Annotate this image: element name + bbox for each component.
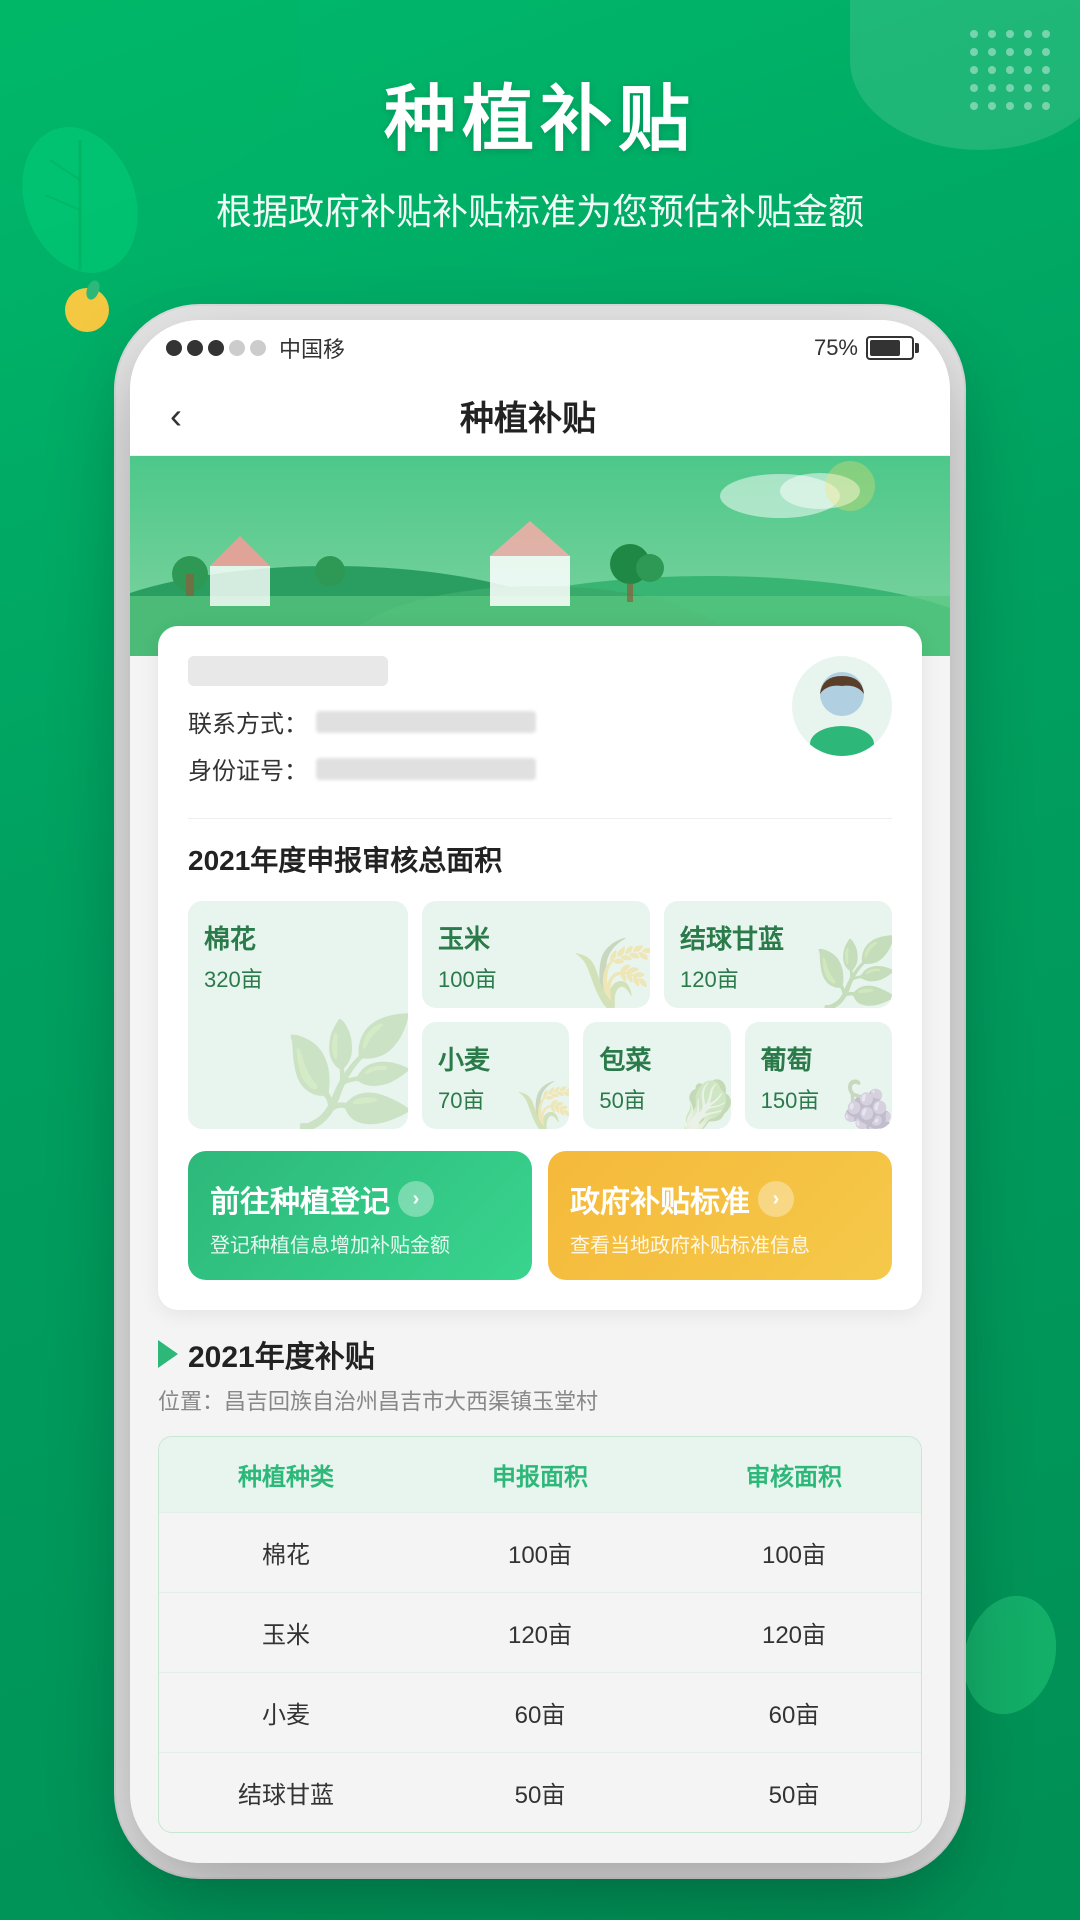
plant-register-button[interactable]: 前往种植登记 › 登记种植信息增加补贴金额 [188, 1151, 532, 1280]
table-body: 棉花 100亩 100亩 玉米 120亩 120亩 小麦 60亩 60亩 结球甘… [159, 1512, 921, 1832]
subsidy-standard-arrow: › [758, 1181, 794, 1217]
signal-dot-1 [166, 340, 182, 356]
subsidy-header: 2021年度补贴 [158, 1332, 922, 1376]
subsidy-standard-button[interactable]: 政府补贴标准 › 查看当地政府补贴标准信息 [548, 1151, 892, 1280]
crop-card-wheat: 小麦 70亩 🌾 [422, 1022, 569, 1129]
nav-title: 种植补贴 [192, 391, 864, 440]
battery-fill [870, 340, 900, 356]
crop-card-cabbage: 结球甘蓝 120亩 🌿 [664, 901, 892, 1008]
td-reported: 120亩 [413, 1593, 667, 1672]
divider [188, 818, 892, 819]
battery-area: 75% [814, 335, 914, 361]
td-approved: 60亩 [667, 1673, 921, 1752]
td-approved: 50亩 [667, 1753, 921, 1832]
crop-icon-grape: 🍇 [838, 1078, 892, 1129]
battery-icon [866, 336, 914, 360]
carrier-name: 中国移 [279, 332, 345, 364]
phone-mockup: 中国移 75% ‹ 种植补贴 [130, 320, 950, 1863]
profile-card: 联系方式： 身份证号： [158, 626, 922, 1310]
crop-icon-pakchoi: 🥬 [676, 1078, 730, 1129]
crop-icon-cotton: 🌿 [281, 1010, 408, 1129]
avatar [792, 656, 892, 756]
crop-icon-corn: 🌾 [571, 934, 650, 1008]
td-type: 玉米 [159, 1593, 413, 1672]
crop-name-wheat: 小麦 [438, 1040, 553, 1077]
crop-card-pakchoi: 包菜 50亩 🥬 [583, 1022, 730, 1129]
crop-card-grape: 葡萄 150亩 🍇 [745, 1022, 892, 1129]
td-reported: 50亩 [413, 1753, 667, 1832]
profile-name-blurred [188, 656, 388, 686]
plant-register-title: 前往种植登记 › [210, 1177, 510, 1221]
subsidy-location: 位置：昌吉回族自治州昌吉市大西渠镇玉堂村 [158, 1384, 922, 1416]
crop-icon-wheat: 🌾 [515, 1078, 569, 1129]
td-type: 棉花 [159, 1513, 413, 1592]
signal-dot-3 [208, 340, 224, 356]
id-row: 身份证号： [188, 751, 772, 786]
nav-bar: ‹ 种植补贴 [130, 376, 950, 456]
crops-row-2: 小麦 70亩 🌾 包菜 50亩 🥬 葡萄 150亩 [422, 1022, 892, 1129]
subsidy-section: 2021年度补贴 位置：昌吉回族自治州昌吉市大西渠镇玉堂村 种植种类 申报面积 … [158, 1332, 922, 1833]
action-buttons-row: 前往种植登记 › 登记种植信息增加补贴金额 政府补贴标准 › 查看当地政府补贴标… [188, 1151, 892, 1280]
back-button[interactable]: ‹ [160, 385, 192, 447]
contact-row: 联系方式： [188, 704, 772, 739]
plant-register-arrow: › [398, 1181, 434, 1217]
fruit-decoration [60, 280, 115, 335]
crop-name-grape: 葡萄 [761, 1040, 876, 1077]
crop-card-corn: 玉米 100亩 🌾 [422, 901, 650, 1008]
main-title: 种植补贴 [0, 60, 1080, 165]
data-table: 种植种类 申报面积 审核面积 棉花 100亩 100亩 玉米 120亩 120亩… [158, 1436, 922, 1833]
sub-title: 根据政府补贴补贴标准为您预估补贴金额 [0, 183, 1080, 235]
header-section: 种植补贴 根据政府补贴补贴标准为您预估补贴金额 [0, 60, 1080, 235]
subsidy-triangle-icon [158, 1340, 178, 1368]
content-area: 联系方式： 身份证号： [130, 626, 950, 1863]
td-reported: 60亩 [413, 1673, 667, 1752]
status-bar: 中国移 75% [130, 320, 950, 376]
plant-register-desc: 登记种植信息增加补贴金额 [210, 1229, 510, 1258]
crop-name-cotton: 棉花 [204, 919, 392, 956]
profile-info: 联系方式： 身份证号： [188, 656, 772, 798]
td-approved: 120亩 [667, 1593, 921, 1672]
crops-grid-wrapper: 棉花 320亩 🌿 玉米 100亩 🌾 [188, 901, 892, 1129]
crops-row-1: 玉米 100亩 🌾 结球甘蓝 120亩 🌿 [422, 901, 892, 1008]
battery-percent: 75% [814, 335, 858, 361]
profile-top: 联系方式： 身份证号： [188, 656, 892, 798]
table-row: 棉花 100亩 100亩 [159, 1512, 921, 1592]
crops-section-title: 2021年度申报审核总面积 [188, 839, 892, 879]
crop-area-cotton: 320亩 [204, 962, 392, 994]
subsidy-standard-title: 政府补贴标准 › [570, 1177, 870, 1221]
crop-icon-cabbage: 🌿 [813, 934, 892, 1008]
crop-name-pakchoi: 包菜 [599, 1040, 714, 1077]
id-label: 身份证号： [188, 751, 308, 786]
table-row: 玉米 120亩 120亩 [159, 1592, 921, 1672]
signal-dot-4 [229, 340, 245, 356]
contact-blurred [316, 711, 536, 733]
th-type: 种植种类 [159, 1437, 413, 1512]
td-type: 结球甘蓝 [159, 1753, 413, 1832]
td-reported: 100亩 [413, 1513, 667, 1592]
signal-dot-5 [250, 340, 266, 356]
td-type: 小麦 [159, 1673, 413, 1752]
contact-label: 联系方式： [188, 704, 308, 739]
crops-right-col: 玉米 100亩 🌾 结球甘蓝 120亩 🌿 [422, 901, 892, 1129]
table-row: 小麦 60亩 60亩 [159, 1672, 921, 1752]
subsidy-title: 2021年度补贴 [188, 1332, 375, 1376]
table-row: 结球甘蓝 50亩 50亩 [159, 1752, 921, 1832]
id-blurred [316, 758, 536, 780]
td-approved: 100亩 [667, 1513, 921, 1592]
signal-area: 中国移 [166, 332, 345, 364]
signal-dot-2 [187, 340, 203, 356]
th-approved: 审核面积 [667, 1437, 921, 1512]
table-header: 种植种类 申报面积 审核面积 [159, 1437, 921, 1512]
th-reported: 申报面积 [413, 1437, 667, 1512]
crop-card-cotton: 棉花 320亩 🌿 [188, 901, 408, 1129]
subsidy-standard-desc: 查看当地政府补贴标准信息 [570, 1229, 870, 1258]
leaf-decoration-right [960, 1590, 1060, 1720]
